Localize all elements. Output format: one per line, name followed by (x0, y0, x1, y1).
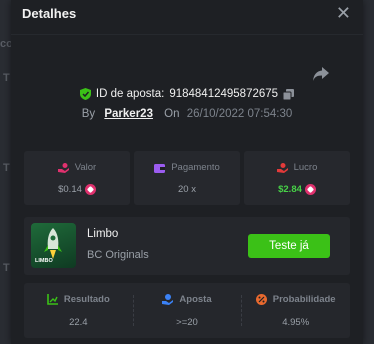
stat-value: $0.14 (58, 184, 82, 195)
result-value: 22.4 (69, 317, 88, 328)
profit-icon (276, 162, 288, 173)
background-text: T (3, 262, 10, 274)
stat-value: 20 x (178, 184, 196, 195)
thumb-label: LIMBO (35, 258, 53, 264)
bet-id-label: ID de aposta: (95, 88, 165, 100)
modal-title: Detalhes (22, 6, 77, 21)
stat-lucro: Lucro $2.84 (244, 151, 350, 205)
stat-label: Pagamento (171, 162, 220, 173)
header-divider (11, 34, 363, 35)
bet-id-value: 91848412495872675 (169, 88, 279, 100)
result-label: Probabilidade (272, 294, 336, 305)
percent-icon (255, 294, 267, 305)
results-row: Resultado 22.4 Aposta >=20 Probabilidade… (24, 283, 350, 338)
result-probabilidade: Probabilidade 4.95% (241, 283, 350, 338)
game-name: Limbo (87, 228, 119, 240)
coin-icon (84, 184, 96, 195)
coin-icon (304, 184, 316, 195)
author-row: By Parker23 On 26/10/2022 07:54:30 (11, 108, 363, 120)
bet-icon (162, 294, 174, 305)
result-value: >=20 (176, 317, 198, 328)
background-text: T (3, 162, 10, 174)
bet-details-modal: Detalhes ✕ ID de aposta: 918484124958726… (11, 0, 363, 344)
background-text: T (3, 72, 10, 84)
copy-icon[interactable] (283, 88, 295, 100)
user-link[interactable]: Parker23 (104, 108, 153, 120)
stat-label: Valor (74, 162, 97, 173)
wallet-icon (154, 163, 166, 173)
result-resultado: Resultado 22.4 (24, 283, 133, 338)
share-icon[interactable] (312, 66, 330, 82)
bet-id-row: ID de aposta: 91848412495872675 (11, 88, 363, 103)
by-label: By (81, 108, 96, 120)
close-icon[interactable]: ✕ (336, 3, 351, 23)
stat-label: Lucro (293, 162, 318, 173)
stat-valor: Valor $0.14 (24, 151, 130, 205)
result-label: Resultado (63, 294, 110, 305)
verified-shield-icon (79, 88, 91, 100)
game-card: LIMBO Limbo BC Originals Teste já (24, 217, 350, 275)
bet-date: 26/10/2022 07:54:30 (186, 108, 293, 120)
result-icon (47, 294, 58, 305)
result-label: Aposta (179, 294, 212, 305)
stats-row: Valor $0.14 Pagamento 20 x Lucro $2.84 (24, 151, 350, 205)
try-now-button[interactable]: Teste já (248, 234, 330, 258)
on-label: On (164, 108, 180, 120)
money-hand-icon (57, 162, 69, 173)
result-aposta: Aposta >=20 (132, 283, 242, 338)
stat-pagamento: Pagamento 20 x (134, 151, 240, 205)
game-thumbnail[interactable]: LIMBO (31, 223, 76, 268)
result-value: 4.95% (282, 317, 310, 328)
game-provider: BC Originals (87, 249, 149, 261)
stat-value: $2.84 (278, 184, 302, 195)
